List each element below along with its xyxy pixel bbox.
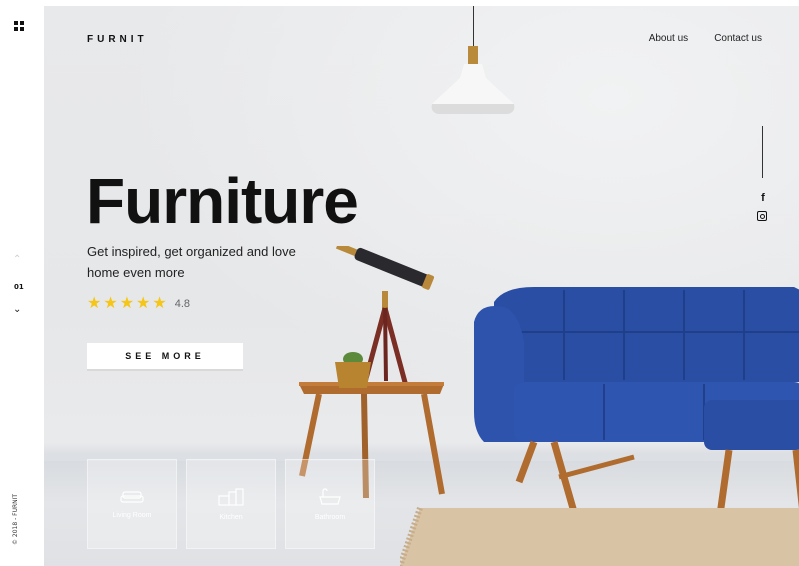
left-rail: ⌃ 01 ⌄ © 2018 - FURNIT: [0, 0, 44, 566]
star-icon: ★: [87, 295, 102, 312]
category-card-bathroom[interactable]: Bathroom: [285, 459, 375, 549]
star-icon: ★: [136, 295, 151, 312]
instagram-icon[interactable]: [757, 211, 767, 221]
blue-sofa-image: [474, 287, 799, 522]
hero-section: FURNIT About us Contact us f Furniture G…: [44, 6, 799, 566]
category-label: Kitchen: [219, 513, 243, 521]
copyright-text: © 2018 - FURNIT: [12, 493, 19, 545]
hero-subtitle: Get inspired, get organized and love hom…: [87, 244, 296, 280]
social-divider: [762, 126, 763, 178]
pendant-lamp-image: [431, 64, 515, 114]
kitchen-icon: [218, 487, 244, 506]
category-label: Living Room: [112, 511, 152, 519]
hero-title: Furniture: [86, 165, 359, 237]
category-label: Bathroom: [314, 513, 346, 521]
category-card-living-room[interactable]: Living Room: [87, 459, 177, 549]
sofa-icon: [120, 490, 144, 503]
chevron-up-icon[interactable]: ⌃: [13, 255, 21, 265]
plant-pot-image: [335, 352, 371, 388]
see-more-button[interactable]: SEE MORE: [87, 343, 243, 371]
lamp-cap: [468, 46, 478, 64]
facebook-icon[interactable]: f: [759, 192, 767, 204]
brand-logo[interactable]: FURNIT: [87, 34, 148, 45]
category-cards: Living Room Kitchen Bathroom: [87, 459, 375, 549]
lamp-cord: [473, 6, 474, 46]
star-icon: ★: [103, 295, 118, 312]
star-icon: ★: [119, 295, 135, 312]
top-nav: About us Contact us: [649, 33, 762, 44]
star-icon: ★: [152, 295, 167, 312]
menu-grid-icon[interactable]: [14, 21, 24, 31]
chevron-down-icon[interactable]: ⌄: [13, 305, 21, 315]
rating: ★ ★ ★ ★ ★ 4.8: [87, 296, 190, 312]
rating-value: 4.8: [174, 298, 191, 310]
slide-number: 01: [14, 283, 24, 291]
nav-contact-link[interactable]: Contact us: [714, 33, 762, 44]
bathtub-icon: [319, 487, 341, 505]
rug-image: [400, 507, 799, 566]
category-card-kitchen[interactable]: Kitchen: [186, 459, 276, 549]
nav-about-link[interactable]: About us: [649, 33, 688, 44]
